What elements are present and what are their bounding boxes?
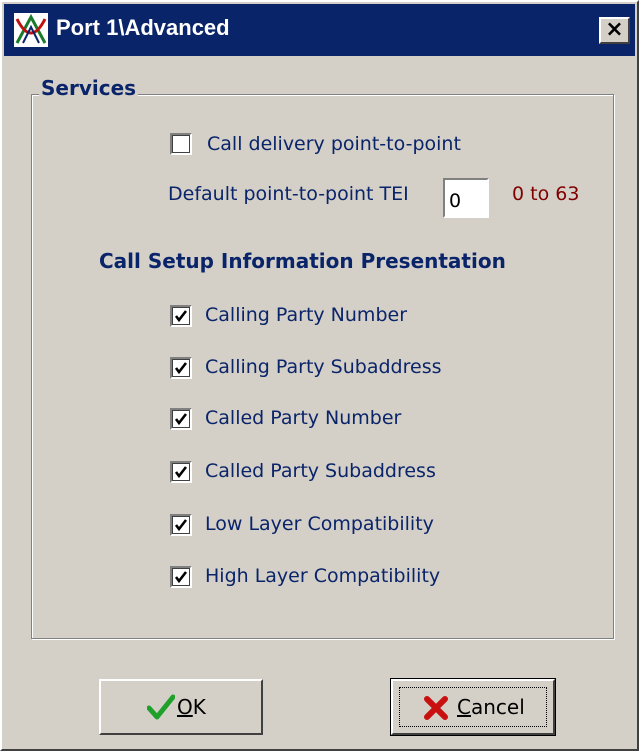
close-icon: × xyxy=(605,17,624,42)
tei-input[interactable] xyxy=(443,178,489,218)
low-layer-compatibility-label[interactable]: Low Layer Compatibility xyxy=(205,513,434,535)
high-layer-compatibility-checkbox[interactable] xyxy=(170,566,192,588)
low-layer-compatibility-checkbox[interactable] xyxy=(170,514,192,536)
checkmark-icon xyxy=(174,310,188,323)
call-delivery-checkbox[interactable] xyxy=(170,133,192,155)
ok-label-rest: K xyxy=(192,695,206,719)
cancel-label: Cancel xyxy=(457,695,525,719)
dialog-window: Port 1\Advanced × Services Call delivery… xyxy=(0,0,639,751)
red-x-icon xyxy=(424,696,448,720)
green-checkmark-icon xyxy=(147,694,175,720)
checkmark-icon xyxy=(174,413,188,426)
ok-label: OK xyxy=(177,695,206,719)
tei-range-label: 0 to 63 xyxy=(512,183,580,205)
services-group-label: Services xyxy=(39,76,139,100)
cancel-mnemonic: C xyxy=(457,695,471,719)
title-bar[interactable]: Port 1\Advanced × xyxy=(4,4,635,56)
called-party-subaddress-label[interactable]: Called Party Subaddress xyxy=(205,460,436,482)
calling-party-subaddress-checkbox[interactable] xyxy=(170,357,192,379)
ok-button[interactable]: OK xyxy=(99,679,263,735)
checkmark-icon xyxy=(174,519,188,532)
checkmark-icon xyxy=(174,571,188,584)
high-layer-compatibility-label[interactable]: High Layer Compatibility xyxy=(205,565,440,587)
cancel-button[interactable]: Cancel xyxy=(390,678,556,736)
app-logo-icon xyxy=(14,13,48,47)
ok-mnemonic: O xyxy=(177,695,193,719)
calling-party-number-checkbox[interactable] xyxy=(170,305,192,327)
called-party-subaddress-checkbox[interactable] xyxy=(170,461,192,483)
calling-party-number-label[interactable]: Calling Party Number xyxy=(205,304,407,326)
calling-party-subaddress-label[interactable]: Calling Party Subaddress xyxy=(205,356,442,378)
called-party-number-checkbox[interactable] xyxy=(170,408,192,430)
called-party-number-label[interactable]: Called Party Number xyxy=(205,407,401,429)
cancel-label-rest: ancel xyxy=(470,695,525,719)
checkmark-icon xyxy=(174,466,188,479)
tei-label: Default point-to-point TEI xyxy=(168,183,409,205)
call-delivery-label[interactable]: Call delivery point-to-point xyxy=(207,133,461,155)
presentation-heading: Call Setup Information Presentation xyxy=(99,249,506,273)
checkmark-icon xyxy=(174,362,188,375)
close-button[interactable]: × xyxy=(599,17,630,44)
window-title: Port 1\Advanced xyxy=(56,15,230,40)
